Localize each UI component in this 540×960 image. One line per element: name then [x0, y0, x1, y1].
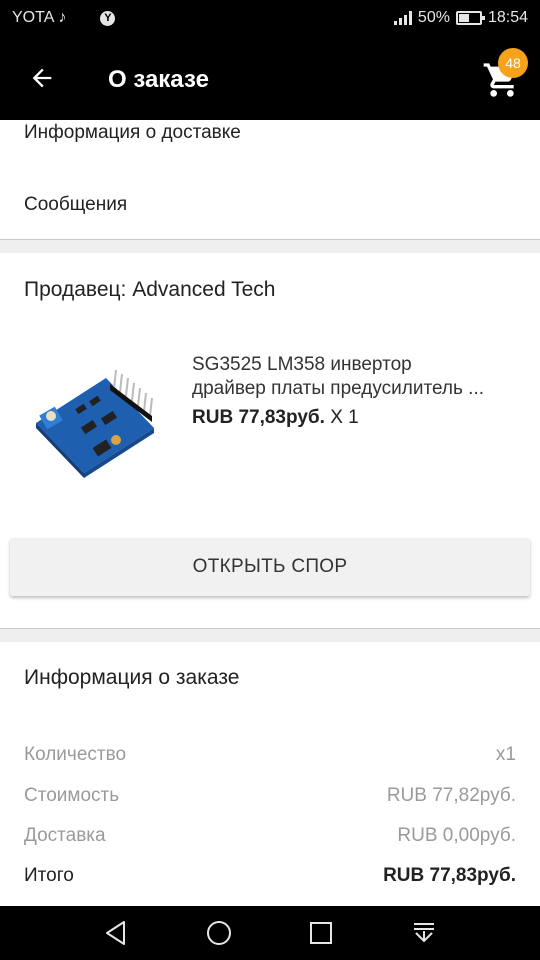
- info-label: Количество: [24, 744, 127, 765]
- order-details: Информация о доставке Сообщения Продавец…: [0, 120, 540, 906]
- order-info-title: Информация о заказе: [24, 666, 240, 689]
- system-nav-bar: [0, 906, 540, 960]
- info-value: RUB 0,00руб.: [397, 825, 516, 846]
- section-divider: [0, 239, 540, 253]
- page-title: О заказе: [108, 66, 209, 93]
- info-value: RUB 77,83руб.: [383, 865, 516, 886]
- product-image[interactable]: [24, 348, 174, 498]
- info-value: RUB 77,82руб.: [386, 785, 516, 806]
- nav-home-icon[interactable]: [205, 919, 233, 947]
- battery-percent: 50%: [417, 9, 450, 26]
- info-label: Стоимость: [24, 785, 120, 806]
- seller-name[interactable]: Продавец: Advanced Tech: [24, 278, 275, 302]
- messages-item[interactable]: Сообщения: [24, 194, 127, 216]
- clock: 18:54: [487, 9, 528, 26]
- product-title-line-1: SG3525 LM358 инвертор: [192, 354, 412, 375]
- open-dispute-button[interactable]: ОТКРЫТЬ СПОР: [10, 538, 530, 596]
- info-label: Доставка: [24, 825, 106, 846]
- order-info-row-quantity: Количество x1: [24, 744, 516, 766]
- back-button[interactable]: [24, 60, 60, 96]
- product-quantity: X 1: [330, 407, 359, 428]
- battery-icon: [455, 11, 485, 25]
- section-divider: [0, 628, 540, 642]
- product-price-row: RUB 77,83руб. X 1: [192, 407, 359, 429]
- order-info-row-total: Итого RUB 77,83руб.: [24, 865, 516, 887]
- arrow-left-icon: [32, 68, 52, 88]
- info-label: Итого: [24, 865, 74, 886]
- nav-notifications-icon[interactable]: [410, 919, 438, 947]
- nav-back-icon[interactable]: [102, 919, 130, 947]
- product-title-line-2: драйвер платы предусилитель ...: [192, 378, 485, 399]
- product-price: RUB 77,83руб.: [192, 407, 325, 428]
- signal-icon: [393, 11, 412, 25]
- product-title[interactable]: SG3525 LM358 инвертор драйвер платы пред…: [192, 353, 522, 401]
- order-info-row-cost: Стоимость RUB 77,82руб.: [24, 785, 516, 807]
- cart-count-badge: 48: [498, 48, 528, 78]
- nav-recents-icon[interactable]: [307, 919, 335, 947]
- app-bar: О заказе 48: [0, 38, 540, 120]
- music-note-icon: ♪: [58, 9, 67, 26]
- status-bar: YOTA ♪ Y 50% 18:54: [0, 0, 540, 38]
- carrier-name: YOTA: [12, 9, 55, 26]
- order-info-row-delivery: Доставка RUB 0,00руб.: [24, 825, 516, 847]
- delivery-info-item[interactable]: Информация о доставке: [24, 122, 241, 144]
- yandex-icon: Y: [100, 10, 116, 26]
- info-value: x1: [495, 744, 516, 765]
